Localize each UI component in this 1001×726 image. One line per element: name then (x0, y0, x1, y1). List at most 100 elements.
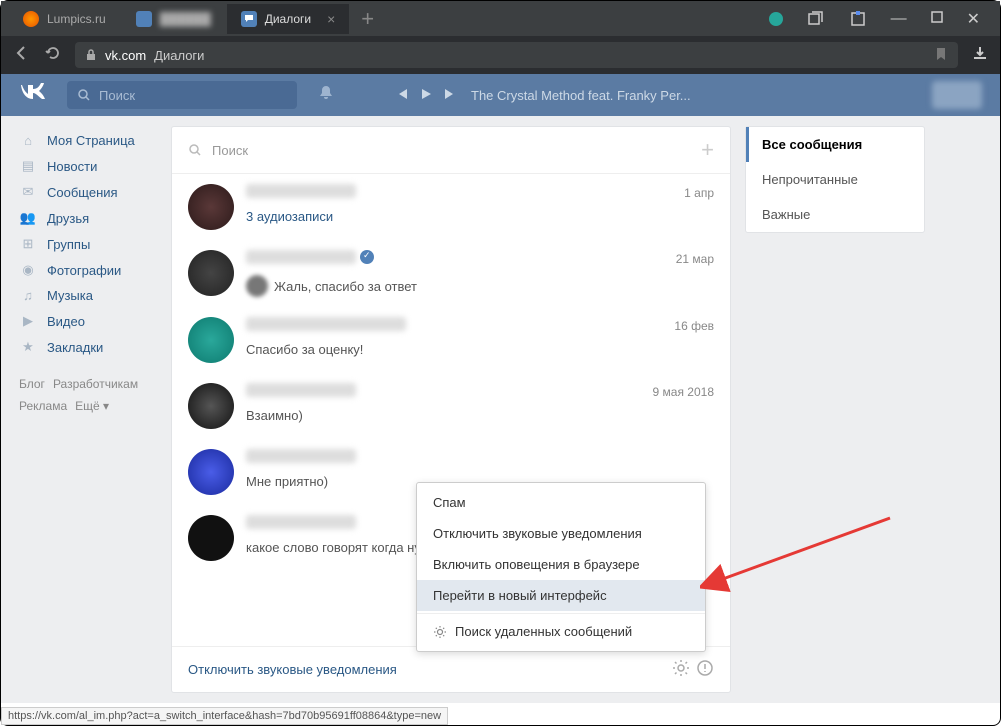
avatar (188, 515, 234, 561)
nav-groups[interactable]: ⊞Группы (19, 231, 171, 257)
verified-icon (360, 250, 374, 264)
tab-label: Диалоги (265, 12, 311, 26)
chat-icon (244, 14, 254, 24)
user-menu[interactable] (932, 81, 982, 109)
filter-important[interactable]: Важные (746, 197, 924, 232)
dialog-name-blurred (246, 449, 356, 463)
dialogs-footer: Отключить звуковые уведомления (172, 646, 730, 692)
avatar (188, 250, 234, 296)
account-icon[interactable] (849, 10, 867, 28)
ctx-search-deleted[interactable]: Поиск удаленных сообщений (417, 616, 705, 647)
footer-devs[interactable]: Разработчикам (53, 377, 138, 391)
close-button[interactable]: ✕ (967, 9, 980, 29)
settings-context-menu: Спам Отключить звуковые уведомления Вклю… (416, 482, 706, 652)
now-playing-label[interactable]: The Crystal Method feat. Franky Per... (471, 88, 691, 103)
window-controls: — ✕ (769, 9, 1000, 29)
notifications-button[interactable] (317, 84, 335, 107)
ctx-enable-browser-notif[interactable]: Включить оповещения в браузере (417, 549, 705, 580)
avatar (188, 184, 234, 230)
main-layout: ⌂Моя Страница ▤Новости ✉Сообщения 👥Друзь… (1, 116, 1000, 703)
dialog-item[interactable]: Спасибо за оценку!16 фев (172, 307, 730, 373)
minimize-button[interactable]: — (891, 10, 907, 28)
footer-more[interactable]: Ещё ▾ (75, 399, 109, 413)
dialog-preview: Жаль, спасибо за ответ (246, 275, 714, 297)
tab-lumpics[interactable]: Lumpics.ru (9, 4, 120, 34)
search-icon (188, 143, 202, 157)
video-icon: ▶ (19, 313, 37, 329)
dialogs-search[interactable]: Поиск + (172, 127, 730, 174)
photo-icon: ◉ (19, 262, 37, 278)
nav-video[interactable]: ▶Видео (19, 308, 171, 334)
nav-footer: Блог Разработчикам Реклама Ещё ▾ (19, 374, 171, 417)
bookmark-icon: ★ (19, 339, 37, 355)
collections-icon[interactable] (807, 10, 825, 28)
nav-bookmarks[interactable]: ★Закладки (19, 334, 171, 360)
prev-track-button[interactable] (395, 87, 409, 104)
dialog-date: 9 мая 2018 (653, 385, 714, 399)
lock-icon (85, 49, 97, 61)
nav-music[interactable]: ♫Музыка (19, 283, 171, 308)
favicon-icon (136, 11, 152, 27)
ctx-divider (417, 613, 705, 614)
add-dialog-button[interactable]: + (701, 137, 714, 163)
home-icon: ⌂ (19, 133, 37, 148)
maximize-button[interactable] (931, 10, 943, 28)
search-placeholder: Поиск (99, 88, 135, 103)
download-button[interactable] (972, 45, 988, 66)
dialog-preview: 3 аудиозаписи (246, 209, 714, 224)
new-tab-button[interactable]: + (351, 6, 384, 32)
reload-button[interactable] (45, 45, 61, 66)
favicon-icon (241, 11, 257, 27)
ctx-disable-sound[interactable]: Отключить звуковые уведомления (417, 518, 705, 549)
reply-avatar (246, 275, 268, 297)
search-icon (77, 88, 91, 102)
footer-ads[interactable]: Реклама (19, 399, 67, 413)
shield-icon[interactable] (769, 12, 783, 26)
address-bar: vk.com Диалоги (1, 36, 1000, 74)
dialog-name-blurred (246, 317, 406, 331)
dialog-item[interactable]: Взаимно)9 мая 2018 (172, 373, 730, 439)
nav-photos[interactable]: ◉Фотографии (19, 257, 171, 283)
filter-unread[interactable]: Непрочитанные (746, 162, 924, 197)
footer-blog[interactable]: Блог (19, 377, 45, 391)
nav-friends[interactable]: 👥Друзья (19, 205, 171, 231)
url-field[interactable]: vk.com Диалоги (75, 42, 958, 68)
dialog-name-blurred (246, 184, 356, 198)
friends-icon: 👥 (19, 210, 37, 226)
vk-header: Поиск The Crystal Method feat. Franky Pe… (1, 74, 1000, 116)
filters-panel: Все сообщения Непрочитанные Важные (745, 126, 925, 233)
dialog-item[interactable]: 3 аудиозаписи1 апр (172, 174, 730, 240)
nav-my-page[interactable]: ⌂Моя Страница (19, 128, 171, 153)
tab-dialogs[interactable]: Диалоги × (227, 4, 350, 34)
filter-all[interactable]: Все сообщения (746, 127, 924, 162)
ctx-new-interface[interactable]: Перейти в новый интерфейс (417, 580, 705, 611)
report-icon[interactable] (696, 659, 714, 680)
gear-icon[interactable] (672, 659, 690, 680)
vk-player: The Crystal Method feat. Franky Per... (395, 87, 691, 104)
url-domain: vk.com (105, 48, 146, 63)
tab-label: Lumpics.ru (47, 12, 106, 26)
bookmark-icon[interactable] (934, 47, 948, 64)
disable-sound-link[interactable]: Отключить звуковые уведомления (188, 662, 397, 677)
status-bar: https://vk.com/al_im.php?act=a_switch_in… (1, 707, 448, 725)
dialog-item[interactable]: Жаль, спасибо за ответ21 мар (172, 240, 730, 307)
dialog-name-blurred (246, 383, 356, 397)
avatar (188, 317, 234, 363)
ctx-spam[interactable]: Спам (417, 487, 705, 518)
news-icon: ▤ (19, 158, 37, 174)
back-button[interactable] (13, 44, 31, 67)
nav-messages[interactable]: ✉Сообщения (19, 179, 171, 205)
url-path: Диалоги (154, 48, 204, 63)
play-button[interactable] (419, 87, 433, 104)
vk-search[interactable]: Поиск (67, 81, 297, 109)
nav-news[interactable]: ▤Новости (19, 153, 171, 179)
close-icon[interactable]: × (327, 11, 335, 27)
dialog-name-blurred (246, 250, 356, 264)
vk-logo[interactable] (19, 83, 47, 107)
favicon-icon (23, 11, 39, 27)
avatar (188, 449, 234, 495)
browser-tabs: Lumpics.ru ██████ Диалоги × + — ✕ (1, 1, 1000, 36)
next-track-button[interactable] (443, 87, 457, 104)
tab-vk-blurred[interactable]: ██████ (122, 4, 225, 34)
left-nav: ⌂Моя Страница ▤Новости ✉Сообщения 👥Друзь… (1, 116, 171, 703)
